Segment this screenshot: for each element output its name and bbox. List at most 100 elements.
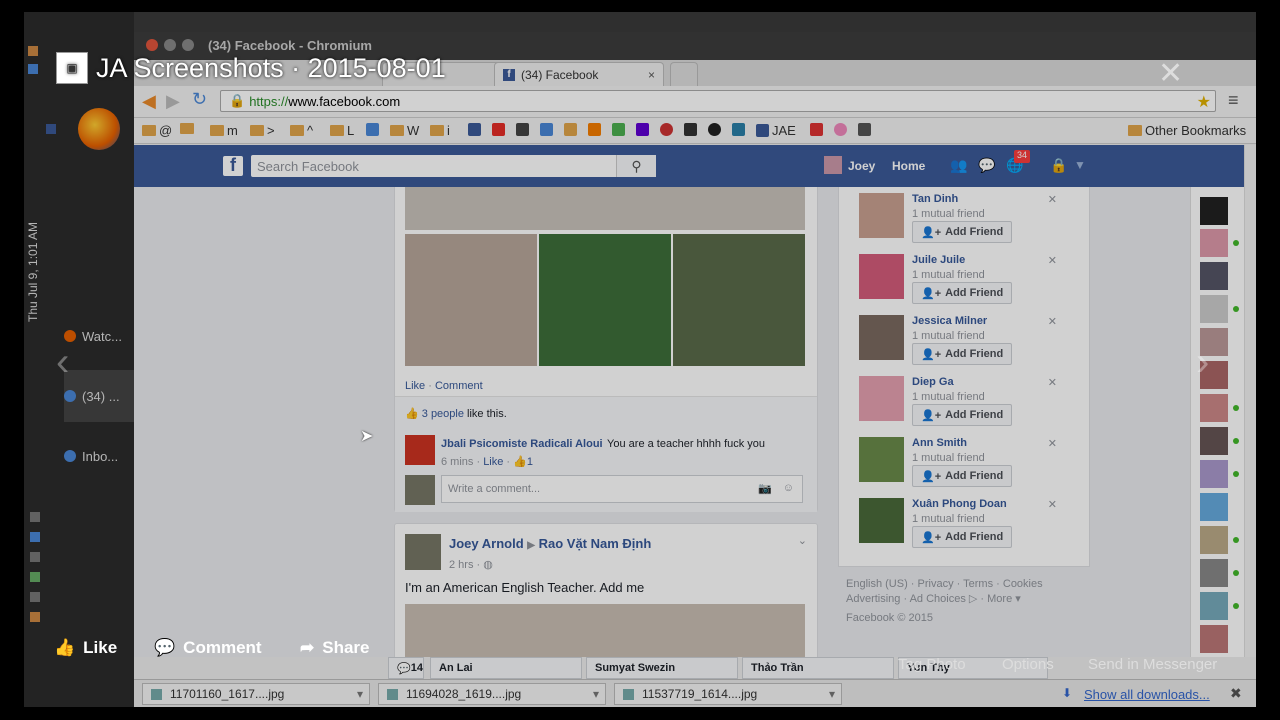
minimize-window-button[interactable] — [164, 39, 176, 51]
download-item[interactable]: 11694028_1619....jpg ▾ — [378, 683, 606, 705]
friend-name[interactable]: Xuân Phong Doan — [912, 498, 1007, 510]
tag-photo-button[interactable]: Tag Photo — [898, 656, 966, 673]
avatar[interactable] — [1200, 295, 1228, 323]
close-icon[interactable]: ✕ — [1048, 437, 1057, 450]
avatar[interactable] — [405, 534, 441, 570]
bookmark-folder[interactable]: L — [330, 123, 354, 138]
reload-icon[interactable]: ↻ — [192, 89, 207, 110]
avatar[interactable] — [859, 254, 904, 299]
launcher-app-inbox[interactable]: Inbo... — [64, 430, 134, 482]
avatar[interactable] — [824, 156, 842, 174]
mutual-friends[interactable]: 1 mutual friend — [912, 269, 985, 281]
avatar[interactable] — [1200, 262, 1228, 290]
like-button[interactable]: 👍 Like — [54, 638, 117, 658]
mutual-friends[interactable]: 1 mutual friend — [912, 452, 985, 464]
bookmark-folder[interactable]: > — [250, 123, 275, 138]
chevron-down-icon[interactable]: ▼ — [1074, 158, 1086, 172]
comment-like-link[interactable]: Like — [483, 456, 503, 468]
bookmark-folder[interactable]: W — [390, 123, 419, 138]
launcher-app-watch[interactable]: Watc... — [64, 310, 134, 362]
youtube-bookmark[interactable] — [492, 123, 505, 136]
chevron-down-icon[interactable]: ▾ — [829, 687, 835, 701]
close-icon[interactable]: ✕ — [1048, 254, 1057, 267]
new-tab-button[interactable] — [670, 62, 698, 86]
likes-count-link[interactable]: 3 people — [422, 408, 464, 420]
post-photo[interactable] — [405, 234, 537, 366]
search-input[interactable]: Search Facebook ⚲ — [251, 155, 656, 177]
forward-arrow-icon[interactable]: ▶ — [166, 91, 180, 112]
bookmark-jae[interactable]: JAE — [756, 123, 796, 138]
download-item[interactable]: 11537719_1614....jpg ▾ — [614, 683, 842, 705]
avatar[interactable] — [1200, 427, 1228, 455]
add-friend-button[interactable]: 👤+ Add Friend — [912, 526, 1013, 548]
google-bookmark-icon[interactable] — [366, 123, 379, 136]
friend-name[interactable]: Juile Juile — [912, 254, 965, 266]
comment-input[interactable]: Write a comment... 📷 ☺ — [441, 475, 803, 503]
friend-name[interactable]: Diep Ga — [912, 376, 954, 388]
facebook-logo-icon[interactable]: f — [223, 155, 243, 176]
messages-icon[interactable]: 💬 — [978, 157, 995, 174]
download-item[interactable]: 11701160_1617....jpg ▾ — [142, 683, 370, 705]
bookmark-folder[interactable]: ^ — [290, 123, 313, 138]
friend-name[interactable]: Ann Smith — [912, 437, 967, 449]
chevron-down-icon[interactable]: ▾ — [357, 687, 363, 701]
avatar[interactable] — [859, 498, 904, 543]
add-friend-button[interactable]: 👤+ Add Friend — [912, 404, 1013, 426]
footer-row[interactable]: Advertising · Ad Choices ▷ · More ▾ — [846, 592, 1086, 607]
address-bar[interactable]: 🔒 https://www.facebook.com ★ — [220, 90, 1216, 112]
avatar[interactable] — [1200, 197, 1228, 225]
avatar[interactable] — [859, 437, 904, 482]
close-icon[interactable]: ✕ — [1048, 193, 1057, 206]
imdb-bookmark[interactable] — [684, 123, 697, 136]
bookmark-icon[interactable] — [660, 123, 673, 136]
friend-requests-icon[interactable]: 👥 — [950, 157, 967, 174]
privacy-icon[interactable]: 🔒 — [1050, 157, 1067, 174]
bookmark-icon[interactable] — [516, 123, 529, 136]
send-in-messenger-button[interactable]: Send in Messenger — [1088, 656, 1217, 673]
add-friend-button[interactable]: 👤+ Add Friend — [912, 343, 1013, 365]
avatar[interactable] — [1200, 394, 1228, 422]
close-icon[interactable]: ✕ — [1048, 315, 1057, 328]
avatar[interactable] — [1200, 229, 1228, 257]
home-link[interactable]: Home — [892, 159, 925, 173]
bookmark-folder[interactable]: i — [430, 123, 450, 138]
comment-time[interactable]: 6 mins — [441, 456, 473, 468]
add-friend-button[interactable]: 👤+ Add Friend — [912, 221, 1013, 243]
mutual-friends[interactable]: 1 mutual friend — [912, 513, 985, 525]
avatar[interactable] — [859, 315, 904, 360]
post-photo[interactable] — [405, 187, 805, 230]
tab-facebook[interactable]: f (34) Facebook × — [494, 62, 664, 86]
show-all-downloads-link[interactable]: Show all downloads... — [1084, 687, 1210, 702]
post-target-group[interactable]: Rao Vặt Nam Định — [539, 536, 652, 551]
avatar[interactable] — [1200, 460, 1228, 488]
yahoo-bookmark[interactable] — [636, 123, 649, 136]
friend-name[interactable]: Tan Dinh — [912, 193, 958, 205]
bookmark-icon[interactable] — [732, 123, 745, 136]
bookmark-icon[interactable] — [810, 123, 823, 136]
friend-name[interactable]: Jessica Milner — [912, 315, 987, 327]
bookmark-icon[interactable] — [708, 123, 721, 136]
close-icon[interactable]: ✕ — [1048, 376, 1057, 389]
bookmark-folder[interactable] — [180, 123, 194, 134]
bookmark-icon[interactable] — [834, 123, 847, 136]
bookmark-folder[interactable]: @ — [142, 123, 172, 138]
share-button[interactable]: ➦ Share — [300, 638, 370, 658]
menu-icon[interactable]: ≡ — [1228, 90, 1239, 111]
comment-link[interactable]: Comment — [435, 380, 483, 392]
avatar[interactable] — [405, 435, 435, 465]
next-photo-icon[interactable]: › — [1196, 340, 1209, 385]
close-window-button[interactable] — [146, 39, 158, 51]
maximize-window-button[interactable] — [182, 39, 194, 51]
camera-icon[interactable]: 📷 — [758, 482, 772, 495]
comment-author[interactable]: Jbali Psicomiste Radicali Aloui — [441, 438, 603, 450]
footer-row[interactable]: English (US) · Privacy · Terms · Cookies — [846, 577, 1086, 592]
bookmark-icon[interactable] — [540, 123, 553, 136]
post-photo[interactable] — [539, 234, 671, 366]
like-link[interactable]: Like — [405, 380, 425, 392]
profile-link[interactable]: Joey — [848, 159, 875, 173]
avatar[interactable] — [859, 193, 904, 238]
close-icon[interactable]: ✖ — [1230, 685, 1242, 702]
mutual-friends[interactable]: 1 mutual friend — [912, 208, 985, 220]
back-arrow-icon[interactable]: ◀ — [142, 91, 156, 112]
comment-button[interactable]: 💬 Comment — [154, 638, 262, 658]
